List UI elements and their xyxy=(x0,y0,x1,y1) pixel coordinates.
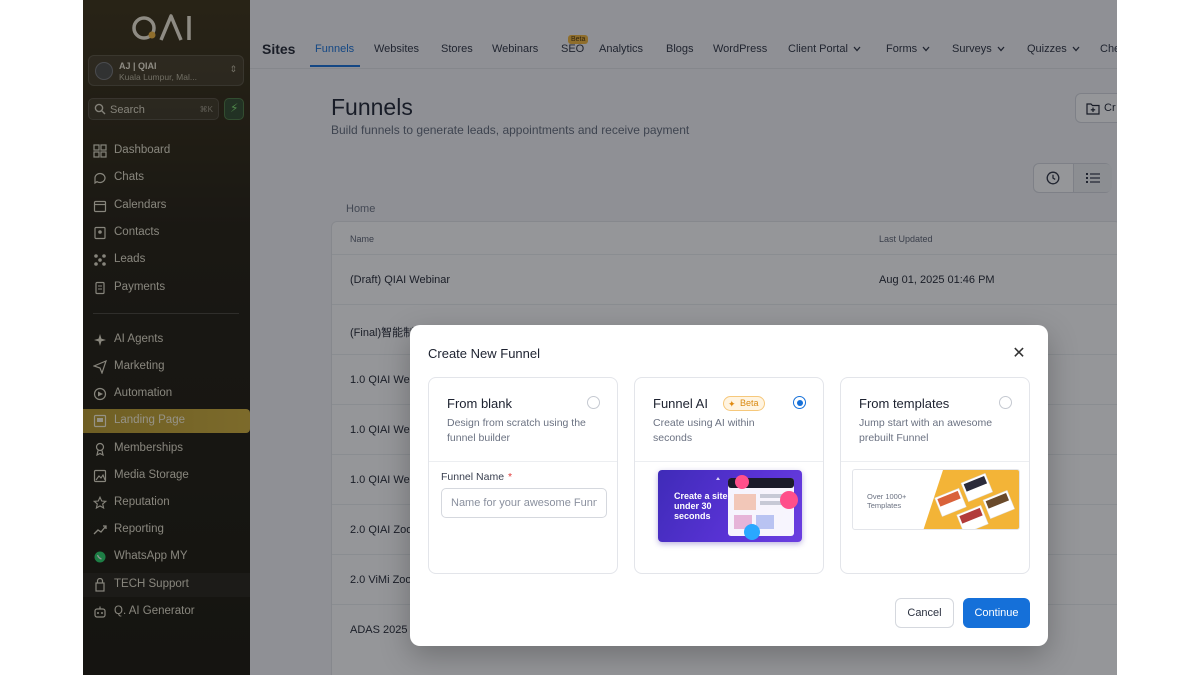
funnel-ai-preview: Create a site under 30 seconds xyxy=(658,470,802,542)
ai-preview-text: Create a site under 30 seconds xyxy=(674,491,728,521)
cancel-button[interactable]: Cancel xyxy=(895,598,954,628)
option-description: Design from scratch using the funnel bui… xyxy=(447,417,586,444)
option-radio[interactable] xyxy=(587,396,600,409)
option-title: From templates xyxy=(859,396,950,411)
option-radio[interactable] xyxy=(999,396,1012,409)
beta-badge-text: Beta xyxy=(740,398,759,408)
option-description: Create using AI within seconds xyxy=(653,417,755,444)
card-divider xyxy=(841,461,1029,462)
option-from-blank[interactable]: From blank Design from scratch using the… xyxy=(428,377,618,574)
funnel-name-label: Funnel Name * xyxy=(441,471,512,483)
beta-badge: ✦ Beta xyxy=(723,396,765,411)
funnel-name-input[interactable] xyxy=(441,488,607,518)
option-description: Jump start with an awesome prebuilt Funn… xyxy=(859,417,993,444)
templates-preview: Over 1000+ Templates xyxy=(852,469,1020,530)
sparkle-icon: ✦ xyxy=(728,399,736,409)
continue-button[interactable]: Continue xyxy=(963,598,1030,628)
option-from-templates[interactable]: From templates Jump start with an awesom… xyxy=(840,377,1030,574)
option-funnel-ai[interactable]: Funnel AI ✦ Beta Create using AI within s… xyxy=(634,377,824,574)
card-divider xyxy=(429,461,617,462)
card-divider xyxy=(635,461,823,462)
funnel-name-label-text: Funnel Name xyxy=(441,471,505,483)
option-title: Funnel AI xyxy=(653,396,708,411)
templates-preview-text: Over 1000+ Templates xyxy=(867,492,907,510)
required-mark: * xyxy=(508,471,513,483)
close-icon[interactable]: ✕ xyxy=(1010,345,1028,363)
modal-title: Create New Funnel xyxy=(428,346,540,361)
option-radio-selected[interactable] xyxy=(793,396,806,409)
create-funnel-modal: Create New Funnel ✕ From blank Design fr… xyxy=(410,325,1048,646)
app-frame: AJ | QIAI Kuala Lumpur, Mal... ⇕ Search … xyxy=(83,0,1117,675)
option-title: From blank xyxy=(447,396,513,411)
